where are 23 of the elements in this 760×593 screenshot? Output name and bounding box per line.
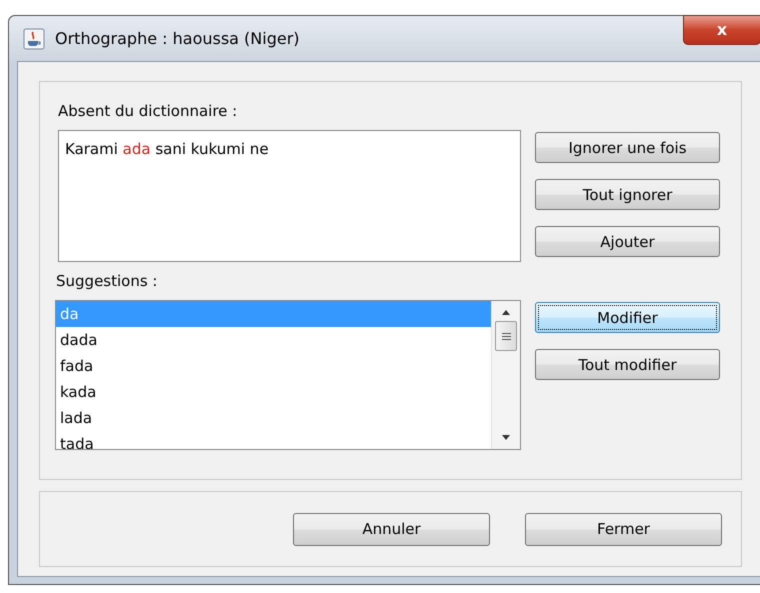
section-label: Suggestions : [56, 272, 158, 290]
scrollbar[interactable] [491, 301, 520, 449]
list-item[interactable]: dada [56, 327, 491, 353]
list-item[interactable]: tada [56, 431, 491, 449]
dialog-button[interactable]: Fermer [525, 512, 722, 546]
context-text-area[interactable]: Karami ada sani kukumi ne [58, 130, 521, 262]
window-title: Orthographe : haoussa (Niger) [55, 29, 300, 48]
up-arrow-icon[interactable] [501, 309, 511, 315]
scroll-thumb[interactable] [495, 321, 517, 351]
list-item[interactable]: kada [56, 379, 491, 405]
section-label: Absent du dictionnaire : [58, 102, 238, 120]
action-button[interactable]: Modifier [535, 302, 720, 333]
close-button[interactable]: x [683, 15, 760, 45]
action-button[interactable]: Ignorer une fois [535, 132, 720, 163]
list-item[interactable]: lada [56, 405, 491, 431]
action-button[interactable]: Tout modifier [535, 349, 720, 380]
action-button[interactable]: Ajouter [535, 226, 720, 257]
action-button[interactable]: Tout ignorer [535, 179, 720, 210]
list-item[interactable]: fada [56, 353, 491, 379]
coffee-cup-icon [23, 28, 45, 50]
down-arrow-icon[interactable] [501, 435, 511, 441]
dialog-button[interactable]: Annuler [293, 512, 490, 546]
context-sentence: Karami ada sani kukumi ne [65, 140, 269, 158]
